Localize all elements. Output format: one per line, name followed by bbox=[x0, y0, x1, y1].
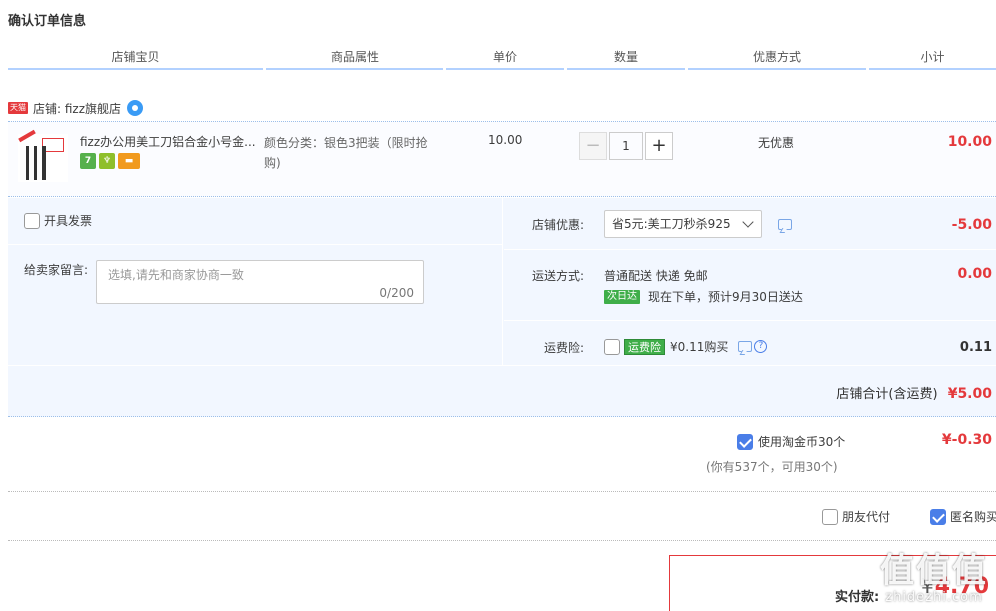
message-char-count: 0/200 bbox=[379, 286, 414, 300]
product-title[interactable]: fizz办公用美工刀铝合金小号金... bbox=[80, 133, 258, 150]
order-options-panel: 开具发票 给卖家留言: 选填,请先和商家协商一致 0/200 店铺优惠: 省5元… bbox=[8, 198, 996, 417]
shop-discount-select[interactable]: 省5元:美工刀秒杀925 bbox=[604, 210, 762, 238]
product-attribute: 颜色分类：银色3把装（限时抢购) bbox=[264, 136, 428, 170]
product-thumbnail[interactable] bbox=[18, 129, 68, 182]
tmall-icon: 天猫 bbox=[8, 102, 28, 114]
insurance-label: 运费险: bbox=[543, 341, 584, 355]
insurance-checkbox[interactable] bbox=[604, 338, 620, 355]
order-item-row: fizz办公用美工刀铝合金小号金... 7 ♆ ▬ 颜色分类：银色3把装（限时抢… bbox=[8, 121, 996, 197]
invoice-label: 开具发票 bbox=[44, 214, 93, 228]
chevron-down-icon bbox=[742, 216, 754, 228]
shipping-method: 普通配送 快递 免邮 bbox=[604, 269, 708, 283]
coins-label: 使用淘金币30个 bbox=[758, 435, 846, 449]
column-headers: 店铺宝贝 商品属性 单价 数量 优惠方式 小计 bbox=[8, 48, 996, 70]
insurance-text: ¥0.11购买 bbox=[670, 340, 729, 354]
coins-option[interactable]: 使用淘金币30个 bbox=[737, 433, 845, 450]
message-placeholder: 选填,请先和商家协商一致 bbox=[108, 268, 244, 282]
message-icon[interactable] bbox=[738, 341, 753, 352]
options-right: 店铺优惠: 省5元:美工刀秒杀925 -5.00 运送方式: 普通配送 快递 免… bbox=[504, 198, 996, 365]
quantity-stepper: − 1 + bbox=[579, 132, 673, 160]
chat-icon[interactable] bbox=[127, 100, 144, 116]
item-subtotal: 10.00 bbox=[947, 134, 992, 150]
col-header-quantity: 数量 bbox=[613, 50, 638, 64]
friend-pay-label: 朋友代付 bbox=[842, 510, 891, 524]
coins-balance: (你有537个，可用30个) bbox=[706, 460, 838, 474]
coins-checkbox[interactable] bbox=[737, 433, 753, 450]
friend-pay-option[interactable]: 朋友代付 bbox=[822, 508, 890, 525]
shipping-eta-row: 次日达 现在下单，预计9月30日送达 bbox=[604, 288, 803, 305]
page-title: 确认订单信息 bbox=[8, 14, 87, 29]
message-icon[interactable] bbox=[778, 219, 792, 230]
service-badges: 7 ♆ ▬ bbox=[80, 153, 143, 169]
anonymous-buy-checkbox[interactable] bbox=[930, 508, 946, 525]
unit-price: 10.00 bbox=[488, 133, 523, 147]
col-header-price: 单价 bbox=[492, 50, 517, 64]
divider bbox=[8, 540, 996, 541]
message-input[interactable]: 选填,请先和商家协商一致 0/200 bbox=[96, 260, 424, 304]
total-label: 实付款: bbox=[835, 590, 880, 605]
seven-day-return-icon[interactable]: 7 bbox=[80, 153, 96, 169]
shop-total-value: ¥5.00 bbox=[947, 386, 992, 402]
credit-card-icon[interactable]: ▬ bbox=[118, 153, 140, 169]
watermark-big: 值值值 bbox=[880, 551, 988, 591]
quantity-decrease-button[interactable]: − bbox=[579, 132, 607, 160]
shop-discount-amount: -5.00 bbox=[951, 217, 992, 233]
invoice-option[interactable]: 开具发票 bbox=[24, 212, 92, 229]
shipping-label: 运送方式: bbox=[531, 269, 584, 283]
divider bbox=[8, 491, 996, 492]
shop-total: 店铺合计(含运费) ¥5.00 bbox=[836, 383, 992, 402]
shop-total-label: 店铺合计(含运费) bbox=[836, 387, 938, 402]
message-label: 给卖家留言: bbox=[24, 263, 89, 277]
options-left: 开具发票 给卖家留言: 选填,请先和商家协商一致 0/200 bbox=[8, 198, 502, 365]
friend-pay-checkbox[interactable] bbox=[822, 508, 838, 525]
insurance-amount: 0.11 bbox=[959, 340, 992, 355]
header-underline bbox=[8, 68, 996, 70]
quantity-increase-button[interactable]: + bbox=[645, 132, 673, 160]
invoice-checkbox[interactable] bbox=[24, 212, 40, 229]
help-icon[interactable]: ? bbox=[754, 340, 768, 353]
coins-amount: ¥-0.30 bbox=[941, 432, 992, 448]
quantity-input[interactable]: 1 bbox=[609, 132, 643, 160]
col-header-subtotal: 小计 bbox=[920, 50, 945, 64]
shop-row: 天猫 店铺: fizz旗舰店 bbox=[8, 98, 144, 118]
shop-name[interactable]: 店铺: fizz旗舰店 bbox=[33, 100, 121, 117]
guarantee-icon[interactable]: ♆ bbox=[99, 153, 115, 169]
insurance-badge: 运费险 bbox=[624, 338, 665, 355]
insurance-option[interactable]: 运费险 ¥0.11购买 ? bbox=[604, 338, 768, 355]
col-header-shop-item: 店铺宝贝 bbox=[111, 50, 160, 64]
watermark-logo: 值值值 zhidezhi.com bbox=[880, 552, 988, 605]
shipping-eta: 现在下单，预计9月30日送达 bbox=[648, 290, 803, 304]
col-header-discount: 优惠方式 bbox=[752, 50, 801, 64]
item-discount: 无优惠 bbox=[758, 136, 795, 150]
anonymous-buy-option[interactable]: 匿名购买 bbox=[930, 508, 996, 525]
shop-discount-label: 店铺优惠: bbox=[531, 218, 584, 232]
shop-discount-selected: 省5元:美工刀秒杀925 bbox=[612, 217, 731, 231]
watermark-url: zhidezhi.com bbox=[885, 590, 983, 605]
next-day-badge: 次日达 bbox=[604, 289, 640, 304]
shipping-amount: 0.00 bbox=[957, 266, 992, 282]
anonymous-buy-label: 匿名购买 bbox=[950, 510, 996, 524]
col-header-attribute: 商品属性 bbox=[330, 50, 379, 64]
